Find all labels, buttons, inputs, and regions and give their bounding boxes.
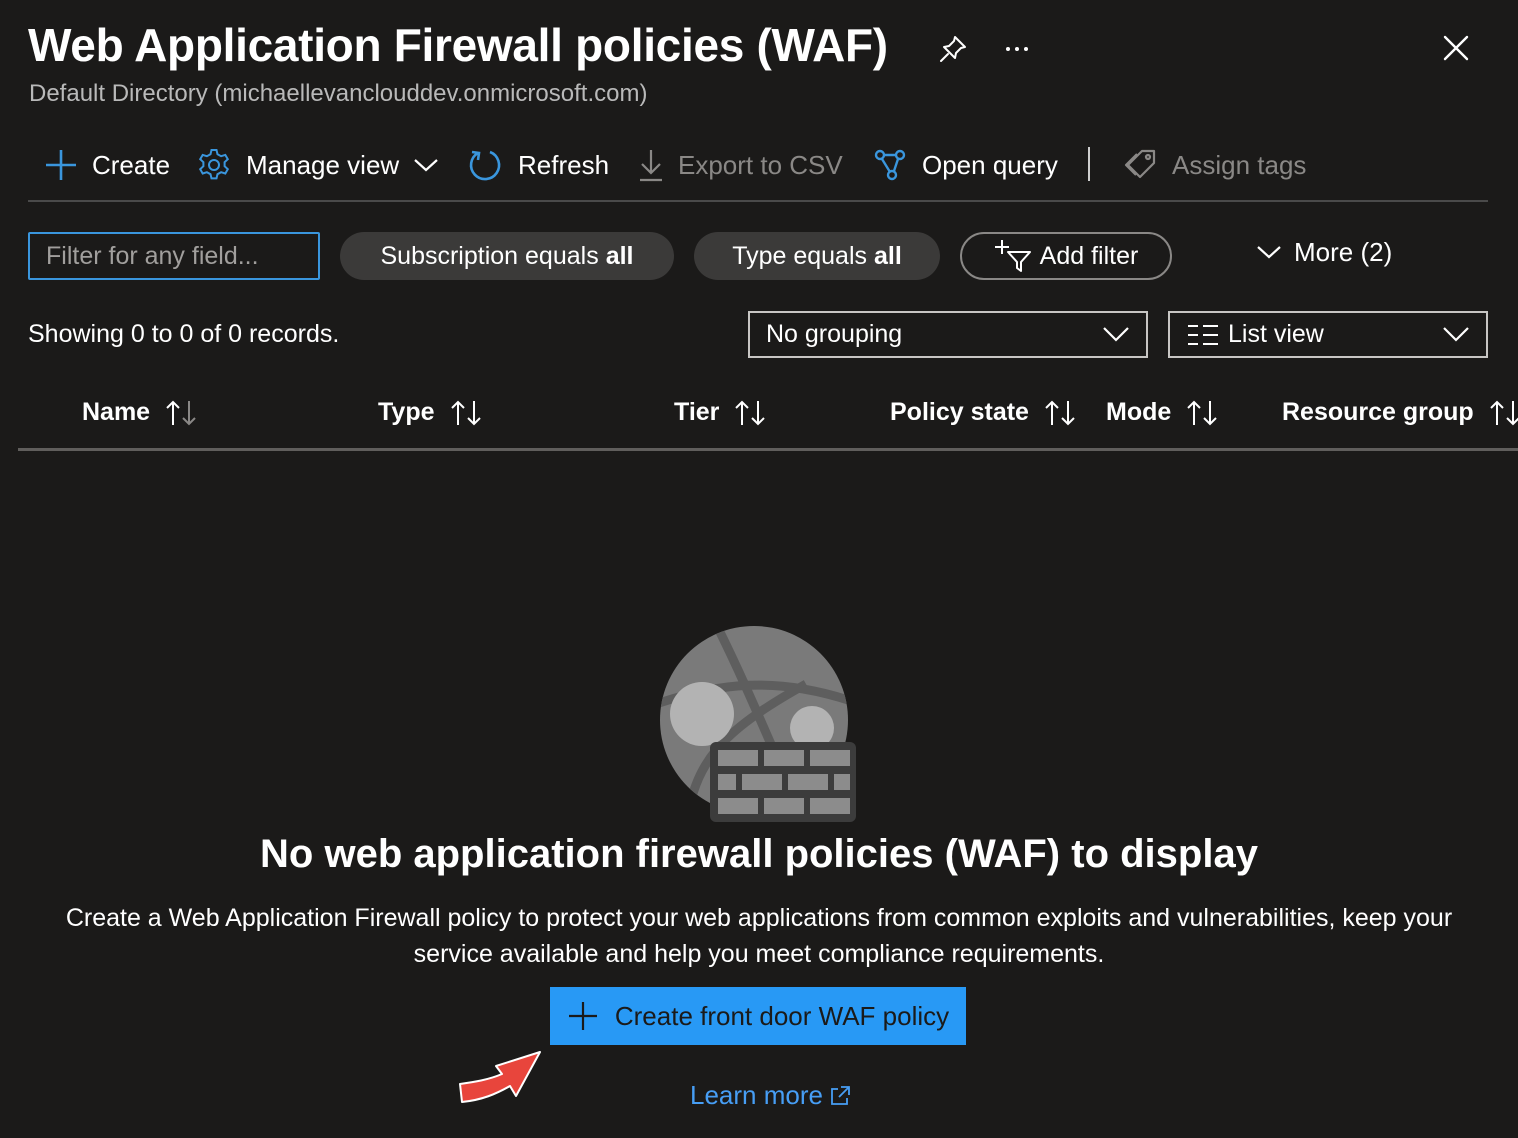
manage-view-button[interactable]: Manage view [196,140,439,190]
assign-tags-button[interactable]: Assign tags [1124,140,1306,190]
page-title: Web Application Firewall policies (WAF) [28,19,888,71]
annotation-arrow-icon [459,1051,541,1103]
column-label: Name [82,398,151,426]
plus-icon [568,1002,597,1030]
chevron-down-icon [1103,327,1129,342]
sort-icon [735,400,766,425]
manage-view-label: Manage view [246,149,400,180]
add-filter-label: Add filter [1039,241,1139,270]
more-filters-button[interactable]: More (2) [1256,232,1392,272]
empty-state-description: Create a Web Application Firewall policy… [65,904,1453,968]
create-front-door-waf-policy-button[interactable]: Create front door WAF policy [550,987,966,1045]
refresh-label: Refresh [518,149,610,180]
export-csv-button[interactable]: Export to CSV [638,140,843,190]
table-header: Name Type Tier Policy state Mode Resourc… [18,380,1518,451]
command-bar: Create Manage view Refresh Export to CSV… [28,140,1488,202]
page-subtitle: Default Directory (michaellevanclouddev.… [29,80,648,107]
refresh-button[interactable]: Refresh [468,140,609,190]
column-label: Mode [1106,398,1172,426]
column-header-name[interactable]: Name [82,398,198,427]
subscription-filter-pill[interactable]: Subscription equals all [340,232,674,280]
query-graph-icon [874,149,906,181]
add-filter-button[interactable]: Add filter [960,232,1172,280]
column-header-tier[interactable]: Tier [674,398,767,427]
column-label: Policy state [890,398,1029,426]
column-header-resource-group[interactable]: Resource group [1282,398,1518,427]
more-filters-label: More (2) [1294,236,1393,267]
sort-icon [1045,400,1075,425]
subscription-filter-label: Subscription equals [380,241,599,270]
export-csv-label: Export to CSV [678,149,843,180]
column-header-policy-state[interactable]: Policy state [890,398,1077,427]
pin-icon[interactable] [936,32,970,66]
open-query-label: Open query [922,149,1058,180]
gear-icon [198,149,230,180]
assign-tags-label: Assign tags [1172,149,1307,180]
download-icon [640,150,662,182]
filter-input[interactable] [28,232,320,280]
records-summary: Showing 0 to 0 of 0 records. [28,320,340,348]
empty-state-title: No web application firewall policies (WA… [260,832,1258,876]
create-label: Create [92,149,171,180]
plus-icon [46,150,76,180]
sort-icon [1489,400,1518,425]
chevron-down-icon [1443,327,1469,342]
type-filter-value: all [874,241,902,270]
list-view-icon [1188,324,1218,345]
column-label: Tier [674,398,720,426]
cta-label: Create front door WAF policy [614,1000,950,1031]
waf-policies-blade: Web Application Firewall policies (WAF) … [0,0,1518,1138]
type-filter-pill[interactable]: Type equals all [694,232,940,280]
globe-firewall-icon [660,626,856,822]
sort-icon [1187,400,1217,425]
external-link-icon [831,1085,850,1105]
column-header-type[interactable]: Type [378,398,483,427]
sort-icon [450,400,481,425]
toolbar-divider [1088,147,1090,181]
grouping-value: No grouping [766,320,903,348]
create-button[interactable]: Create [44,140,170,190]
view-dropdown[interactable]: List view [1168,311,1488,358]
open-query-button[interactable]: Open query [872,140,1058,190]
chevron-down-icon [1257,246,1281,259]
more-icon[interactable] [1000,32,1034,66]
refresh-icon [469,150,501,181]
column-header-mode[interactable]: Mode [1106,398,1219,427]
sort-icon [166,400,196,425]
chevron-down-icon [414,159,438,172]
grouping-dropdown[interactable]: No grouping [748,311,1148,358]
column-label: Resource group [1282,398,1474,426]
view-value: List view [1228,320,1324,348]
learn-more-label: Learn more [690,1080,823,1110]
add-filter-icon [994,240,1031,272]
learn-more-link[interactable]: Learn more [690,1080,851,1111]
subscription-filter-value: all [605,241,634,270]
column-label: Type [378,398,435,426]
type-filter-label: Type equals [732,241,868,270]
tag-icon [1124,149,1156,179]
close-icon[interactable] [1440,32,1472,64]
